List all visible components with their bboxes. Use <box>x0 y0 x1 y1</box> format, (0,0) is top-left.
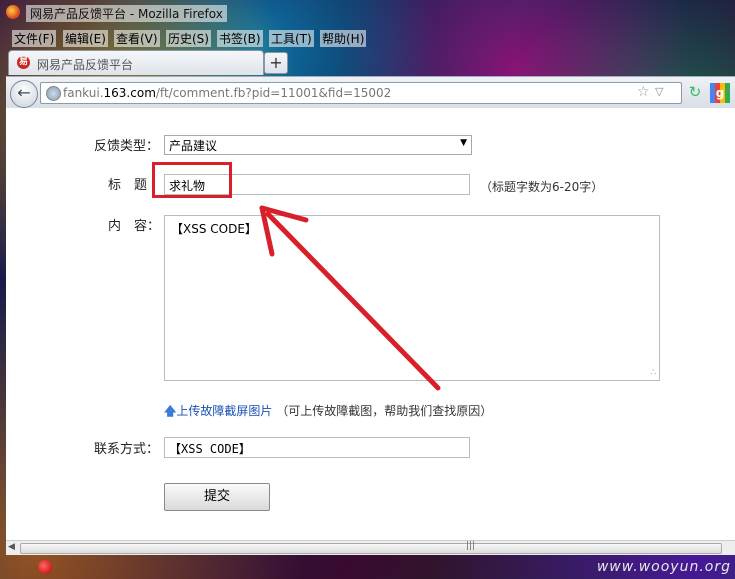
netease-favicon-icon: 易 <box>17 56 30 69</box>
tab-strip: 易 网易产品反馈平台 + <box>0 49 735 75</box>
menu-help[interactable]: 帮助(H) <box>320 30 367 47</box>
horizontal-scrollbar[interactable]: ◀ ||| <box>6 540 735 555</box>
google-search-icon[interactable]: g <box>710 83 730 103</box>
reload-icon[interactable]: ↻ <box>686 83 704 101</box>
scroll-grip-icon: ||| <box>466 541 476 551</box>
menu-tools[interactable]: 工具(T) <box>269 30 314 47</box>
back-button[interactable]: ← <box>10 80 38 108</box>
bookmark-star-icon[interactable]: ☆ <box>637 84 650 100</box>
status-bar: www.wooyun.org <box>0 556 735 579</box>
navigation-toolbar: ← fankui.163.com/ft/comment.fb?pid=11001… <box>6 76 735 109</box>
watermark: www.wooyun.org <box>596 559 731 575</box>
menu-bookmarks[interactable]: 书签(B) <box>217 30 263 47</box>
url-dropdown-icon[interactable]: ▽ <box>655 85 663 98</box>
back-arrow-icon: ← <box>17 83 31 102</box>
menu-file[interactable]: 文件(F) <box>12 30 57 47</box>
addon-icon[interactable] <box>38 560 52 574</box>
annotation-arrow <box>259 205 441 391</box>
tab-feedback[interactable]: 易 网易产品反馈平台 <box>8 50 264 75</box>
firefox-icon <box>6 5 20 19</box>
menu-bar: 文件(F) 编辑(E) 查看(V) 历史(S) 书签(B) 工具(T) 帮助(H… <box>0 27 735 47</box>
new-tab-button[interactable]: + <box>264 52 288 74</box>
scroll-left-icon[interactable]: ◀ <box>8 542 15 552</box>
scrollbar-thumb[interactable] <box>20 543 722 554</box>
menu-history[interactable]: 历史(S) <box>166 30 211 47</box>
menu-edit[interactable]: 编辑(E) <box>63 30 108 47</box>
menu-view[interactable]: 查看(V) <box>114 30 160 47</box>
tab-label: 网易产品反馈平台 <box>37 58 134 72</box>
url-text: fankui.163.com/ft/comment.fb?pid=11001&f… <box>63 86 392 100</box>
page-content: 反馈类型： 产品建议 ▼ 标 题 求礼物 （标题字数为6-20字） 内 容： 【… <box>6 108 735 540</box>
window-titlebar[interactable]: 网易产品反馈平台 - Mozilla Firefox <box>0 0 735 26</box>
globe-icon <box>46 86 61 101</box>
url-bar[interactable]: fankui.163.com/ft/comment.fb?pid=11001&f… <box>40 82 682 104</box>
window-title: 网易产品反馈平台 - Mozilla Firefox <box>26 5 227 22</box>
